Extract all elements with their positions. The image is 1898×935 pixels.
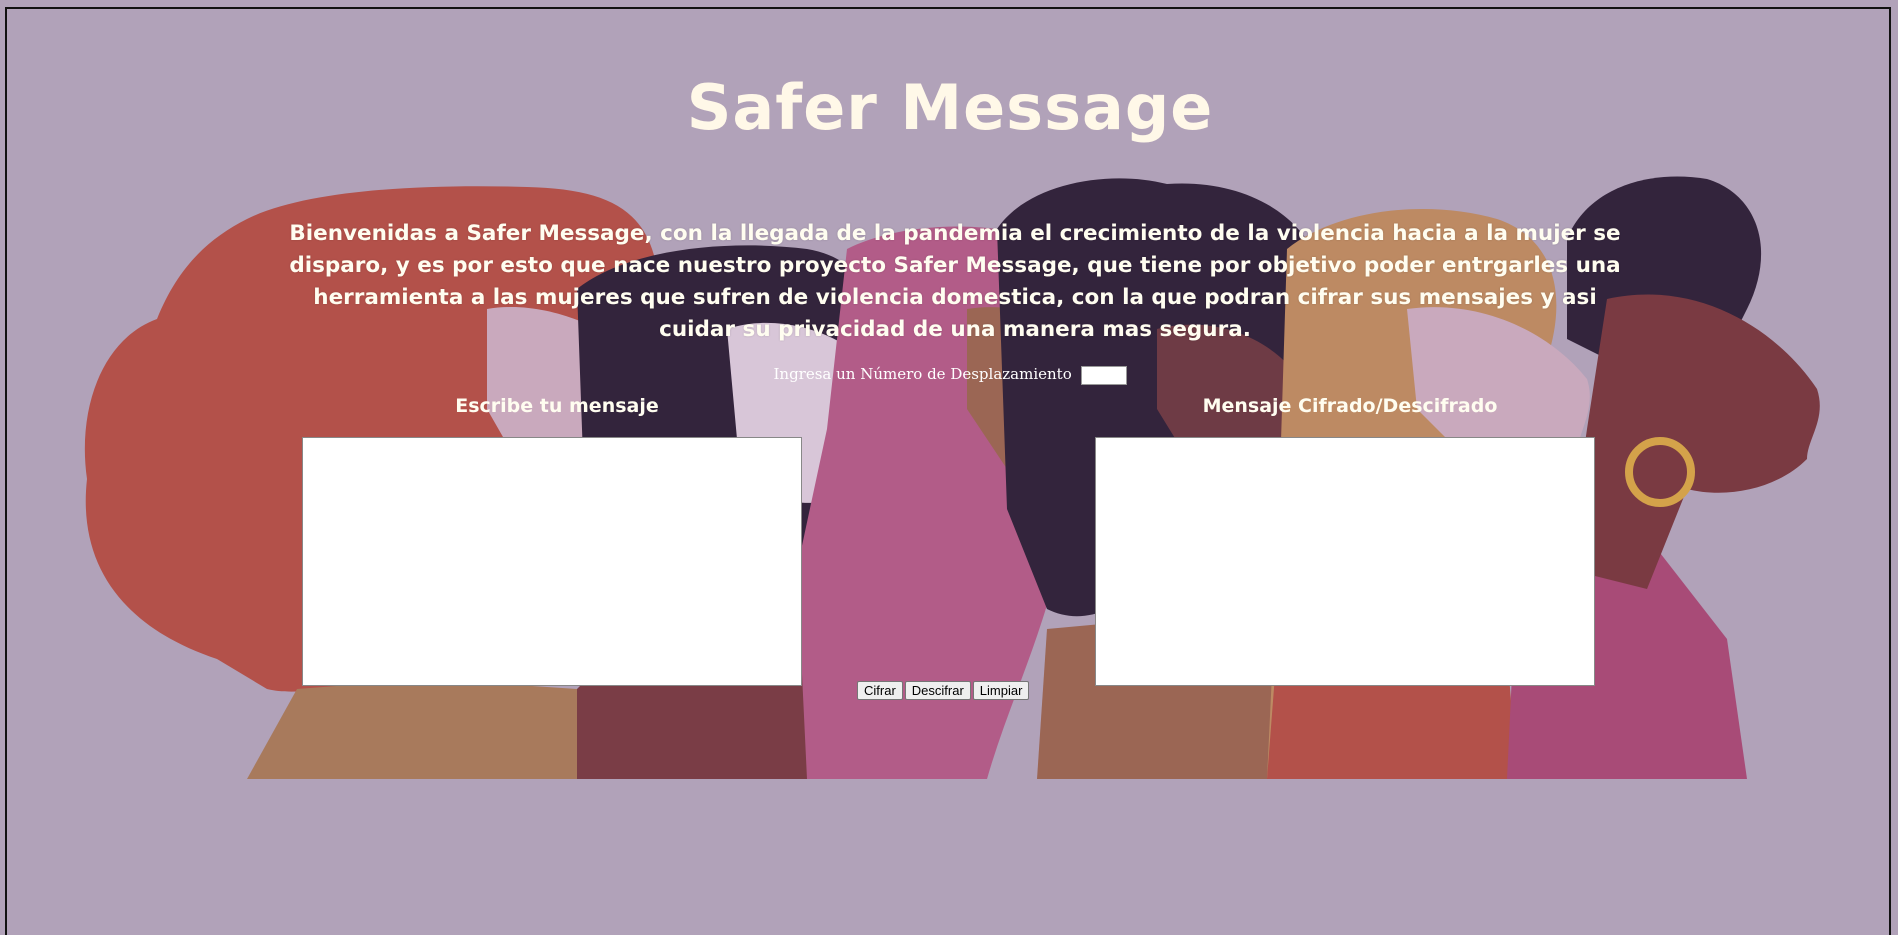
page-frame: Safer Message Bienvenidas a Safer Messag… bbox=[5, 7, 1891, 935]
page-title: Safer Message bbox=[686, 71, 1214, 144]
output-message-label: Mensaje Cifrado/Descifrado bbox=[1202, 395, 1498, 417]
output-message-textarea[interactable] bbox=[1095, 437, 1595, 686]
woman-1-body bbox=[247, 679, 582, 779]
input-message-label: Escribe tu mensaje bbox=[455, 395, 659, 417]
illustration-base bbox=[7, 779, 1889, 935]
shift-row: Ingresa un Número de Desplazamiento bbox=[7, 365, 1889, 385]
action-buttons: Cifrar Descifrar Limpiar bbox=[857, 681, 1031, 700]
shift-label: Ingresa un Número de Desplazamiento bbox=[773, 365, 1072, 383]
clear-button[interactable]: Limpiar bbox=[972, 681, 1030, 700]
input-message-textarea[interactable] bbox=[302, 437, 802, 686]
women-profiles-illustration bbox=[7, 176, 1889, 935]
intro-paragraph: Bienvenidas a Safer Message, con la lleg… bbox=[289, 221, 1621, 342]
encrypt-button[interactable]: Cifrar bbox=[857, 681, 903, 700]
decrypt-button[interactable]: Descifrar bbox=[904, 681, 971, 700]
shift-input[interactable] bbox=[1080, 365, 1127, 385]
